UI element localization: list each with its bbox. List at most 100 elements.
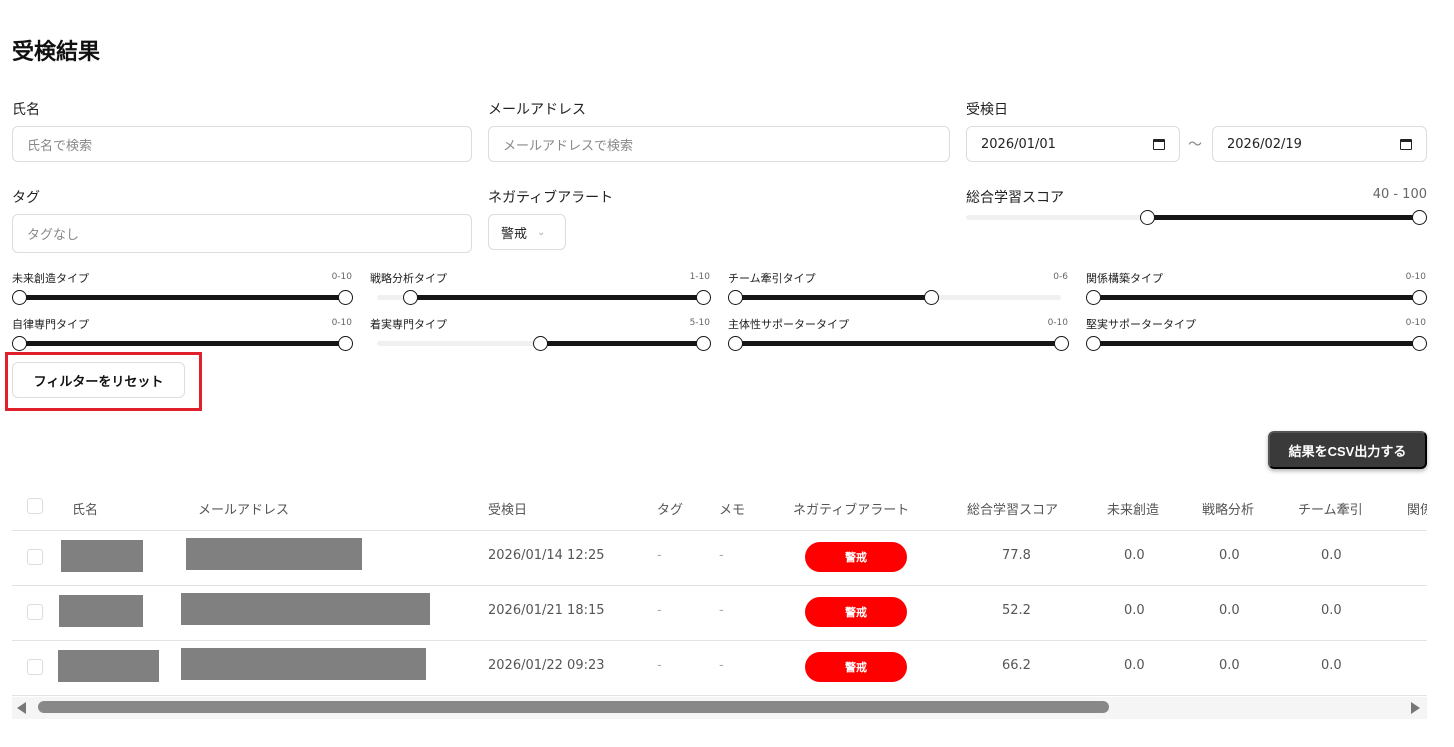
type-slider-range: 0-10 [331,318,352,328]
slider-max-thumb[interactable] [696,336,711,351]
row-checkbox[interactable] [27,659,43,675]
scroll-left-icon[interactable] [17,702,26,714]
slider-max-thumb[interactable] [1412,290,1427,305]
select-all-checkbox[interactable] [27,498,43,514]
slider-fill [1093,341,1419,346]
cell-strategy: 0.0 [1219,603,1240,618]
type-slider-label: チーム牽引タイプ [728,272,816,285]
slider-min-thumb[interactable] [728,336,743,351]
highlight-box [5,352,202,411]
column-header-tag[interactable]: タグ [657,499,683,518]
slider-min-thumb[interactable] [12,290,27,305]
type-range-slider[interactable] [1086,336,1427,351]
column-header-strategy[interactable]: 戦略分析 [1202,499,1254,518]
scroll-right-icon[interactable] [1411,702,1420,714]
slider-max-thumb[interactable] [1412,210,1427,225]
column-header-email[interactable]: メールアドレス [198,499,289,518]
cell-score: 77.8 [1002,548,1031,563]
slider-fill [1093,295,1419,300]
date-to-input[interactable]: 2026/02/19 [1212,126,1427,162]
slider-min-thumb[interactable] [1086,336,1101,351]
slider-max-thumb[interactable] [1412,336,1427,351]
date-from-input[interactable]: 2026/01/01 [966,126,1180,162]
cell-tag: - [657,548,662,563]
slider-max-thumb[interactable] [338,336,353,351]
cell-date: 2026/01/21 18:15 [488,603,605,618]
date-separator: 〜 [1188,137,1202,153]
redacted-email [181,593,430,625]
slider-fill [735,341,1061,346]
type-range-slider[interactable] [377,336,711,351]
cell-future: 0.0 [1124,548,1145,563]
calendar-icon[interactable] [1400,138,1412,150]
name-search-input[interactable]: 氏名で検索 [12,126,472,162]
slider-max-thumb[interactable] [923,290,939,305]
divider [12,640,1427,641]
cell-score: 52.2 [1002,603,1031,618]
cell-future: 0.0 [1124,603,1145,618]
alert-value: 警戒 [501,226,528,242]
type-range-slider[interactable] [12,336,353,351]
slider-fill [409,295,703,300]
slider-min-thumb[interactable] [402,290,418,305]
calendar-icon[interactable] [1153,138,1165,150]
column-header-alert[interactable]: ネガティブアラート [793,499,909,518]
slider-max-thumb[interactable] [696,290,711,305]
type-slider-label: 未来創造タイプ [12,272,89,285]
type-range-slider[interactable] [377,290,711,305]
column-header-team[interactable]: チーム牽引 [1298,499,1363,518]
score-range-slider[interactable] [966,210,1427,225]
page-title: 受検結果 [12,40,101,65]
column-header-score[interactable]: 総合学習スコア [967,499,1058,518]
column-header-memo[interactable]: メモ [719,499,745,518]
type-slider-range: 0-10 [1405,318,1426,328]
tag-label: タグ [12,190,40,206]
cell-date: 2026/01/14 12:25 [488,548,605,563]
cell-score: 66.2 [1002,658,1031,673]
date-to-value: 2026/02/19 [1227,136,1302,152]
name-label: 氏名 [12,102,40,118]
redacted-name [61,540,143,572]
slider-max-thumb[interactable] [1054,336,1069,351]
scrollbar-thumb[interactable] [38,701,1109,713]
type-slider-label: 主体性サポータータイプ [728,318,849,331]
cell-memo: - [719,603,724,618]
slider-min-thumb[interactable] [533,336,548,351]
cell-memo: - [719,548,724,563]
cell-team: 0.0 [1321,658,1342,673]
type-slider-label: 関係構築タイプ [1086,272,1163,285]
date-label: 受検日 [966,102,1008,118]
cell-tag: - [657,603,662,618]
column-header-name[interactable]: 氏名 [72,499,98,518]
column-header-future[interactable]: 未来創造 [1107,499,1159,518]
type-slider-label: 自律専門タイプ [12,318,89,331]
type-slider-range: 0-6 [1053,272,1068,282]
type-range-slider[interactable] [1086,290,1427,305]
alert-label: ネガティブアラート [488,190,614,206]
slider-max-thumb[interactable] [338,290,353,305]
type-slider-range: 5-10 [689,318,710,328]
row-checkbox[interactable] [27,549,43,565]
slider-min-thumb[interactable] [1086,290,1101,305]
slider-min-thumb[interactable] [1140,210,1156,225]
alert-select[interactable]: 警戒 ⌄ [488,214,566,250]
type-range-slider[interactable] [12,290,353,305]
slider-min-thumb[interactable] [728,290,743,305]
tag-select[interactable]: タグなし [12,214,472,253]
slider-min-thumb[interactable] [12,336,27,351]
type-slider-label: 着実専門タイプ [370,318,447,331]
type-slider-label: 戦略分析タイプ [370,272,447,285]
type-range-slider[interactable] [728,290,1061,305]
type-range-slider[interactable] [728,336,1069,351]
column-header-relation[interactable]: 関係 [1407,499,1427,518]
alert-badge: 警戒 [805,652,907,682]
date-from-value: 2026/01/01 [981,136,1056,152]
row-checkbox[interactable] [27,604,43,620]
column-header-date[interactable]: 受検日 [488,499,527,518]
type-slider-range: 0-10 [331,272,352,282]
csv-export-button[interactable]: 結果をCSV出力する [1268,431,1427,469]
email-search-input[interactable]: メールアドレスで検索 [488,126,950,162]
alert-badge: 警戒 [805,597,907,627]
type-slider-label: 堅実サポータータイプ [1086,318,1196,331]
slider-fill [540,341,703,346]
